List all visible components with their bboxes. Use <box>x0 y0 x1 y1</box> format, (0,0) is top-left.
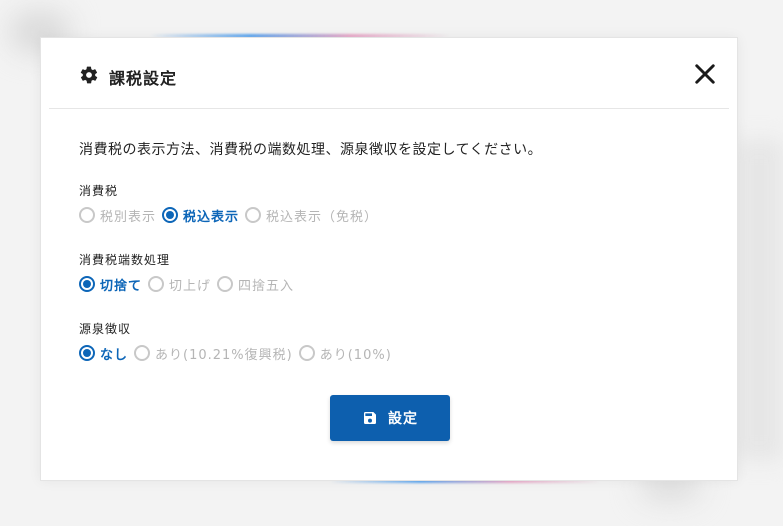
radio-button[interactable] <box>298 345 315 361</box>
radio-label: 税込表示 <box>183 209 240 225</box>
radio-label: 切捨て <box>100 278 143 294</box>
radio-tax-inclusive[interactable]: 税込表示 <box>162 206 239 225</box>
radio-button[interactable] <box>79 345 95 361</box>
submit-button[interactable]: 設定 <box>330 395 450 441</box>
rounding-label: 消費税端数処理 <box>79 253 171 267</box>
radio-label: あり(10%) <box>319 347 392 363</box>
gear-icon <box>80 66 98 84</box>
radio-button[interactable] <box>79 276 95 292</box>
radio-round-up[interactable]: 切上げ <box>148 275 211 294</box>
dialog-title: 課税設定 <box>109 69 178 88</box>
radio-button[interactable] <box>162 207 179 223</box>
radio-label: あり(10.21%復興税) <box>155 347 293 363</box>
consumption-tax-radio-group: 税別表示 税込表示 税込表示（免税） <box>79 204 384 226</box>
radio-button[interactable] <box>134 345 151 361</box>
rounding-radio-group: 切捨て 切上げ 四捨五入 <box>79 273 300 295</box>
radio-round-down[interactable]: 切捨て <box>79 275 142 294</box>
radio-button[interactable] <box>148 276 165 292</box>
radio-tax-inclusive-exempt[interactable]: 税込表示（免税） <box>245 206 378 225</box>
withholding-label: 源泉徴収 <box>79 322 132 336</box>
dialog-header: 課税設定 <box>49 38 729 109</box>
radio-label: 切上げ <box>169 278 212 294</box>
radio-label: なし <box>100 347 129 363</box>
radio-withholding-1021[interactable]: あり(10.21%復興税) <box>134 344 293 363</box>
radio-withholding-10[interactable]: あり(10%) <box>298 344 392 363</box>
consumption-tax-label: 消費税 <box>79 184 119 198</box>
backdrop-shadow <box>735 140 783 460</box>
radio-label: 税別表示 <box>100 209 157 225</box>
radio-round-half[interactable]: 四捨五入 <box>217 275 294 294</box>
withholding-radio-group: なし あり(10.21%復興税) あり(10%) <box>79 342 398 364</box>
dialog-description: 消費税の表示方法、消費税の端数処理、源泉徴収を設定してください。 <box>79 142 543 158</box>
radio-tax-exclusive[interactable]: 税別表示 <box>79 206 156 225</box>
radio-withholding-none[interactable]: なし <box>79 344 128 363</box>
radio-button[interactable] <box>217 276 234 292</box>
submit-button-label: 設定 <box>388 411 418 427</box>
close-icon[interactable] <box>694 63 716 85</box>
save-icon <box>364 412 376 424</box>
radio-button[interactable] <box>79 207 95 223</box>
radio-label: 四捨五入 <box>238 278 295 294</box>
radio-button[interactable] <box>245 207 262 223</box>
tax-settings-dialog: 課税設定 消費税の表示方法、消費税の端数処理、源泉徴収を設定してください。 消費… <box>40 37 738 481</box>
radio-label: 税込表示（免税） <box>266 209 379 225</box>
